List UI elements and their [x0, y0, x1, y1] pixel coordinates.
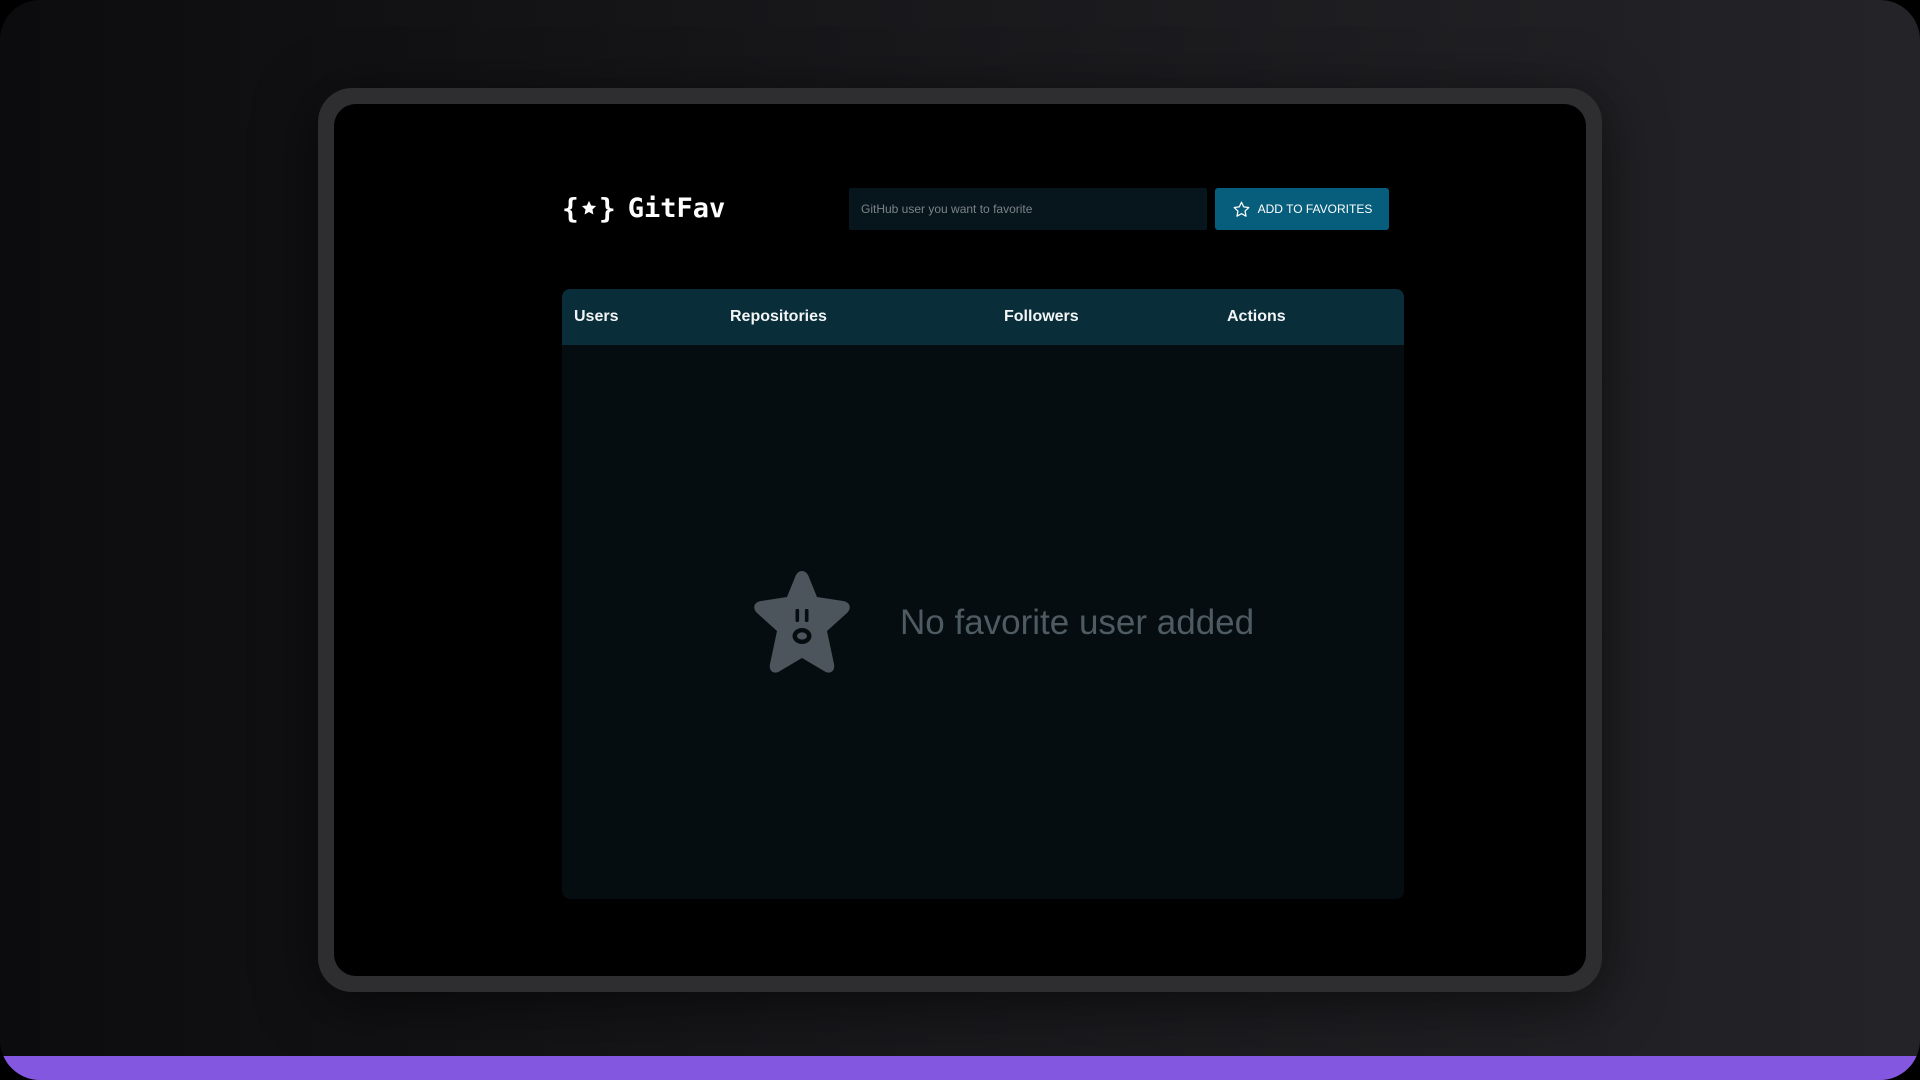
favorites-table: Users Repositories Followers Actions No …	[562, 289, 1404, 899]
add-to-favorites-button[interactable]: ADD TO FAVORITES	[1215, 188, 1389, 230]
column-header-users[interactable]: Users	[574, 289, 618, 345]
add-button-label: ADD TO FAVORITES	[1257, 202, 1373, 216]
search-input[interactable]	[849, 188, 1207, 230]
column-header-followers[interactable]: Followers	[1004, 289, 1079, 345]
app-name: GitFav	[627, 192, 726, 224]
star-outline-icon	[1233, 201, 1250, 217]
empty-message: No favorite user added	[900, 603, 1255, 642]
desktop-background: { } GitFav ADD TO FAVORITES	[0, 0, 1920, 1080]
table-header: Users Repositories Followers Actions	[562, 289, 1404, 345]
app-logo: { } GitFav	[562, 188, 725, 228]
empty-state: No favorite user added	[748, 565, 1254, 681]
star-icon	[581, 200, 596, 215]
app-screen: { } GitFav ADD TO FAVORITES	[334, 104, 1586, 976]
logo-icon: { }	[562, 191, 616, 225]
column-header-repositories[interactable]: Repositories	[730, 289, 827, 345]
column-header-actions[interactable]: Actions	[1227, 289, 1286, 345]
device-frame: { } GitFav ADD TO FAVORITES	[318, 88, 1602, 992]
surprised-star-icon	[754, 571, 850, 673]
accent-bar	[0, 1056, 1920, 1080]
